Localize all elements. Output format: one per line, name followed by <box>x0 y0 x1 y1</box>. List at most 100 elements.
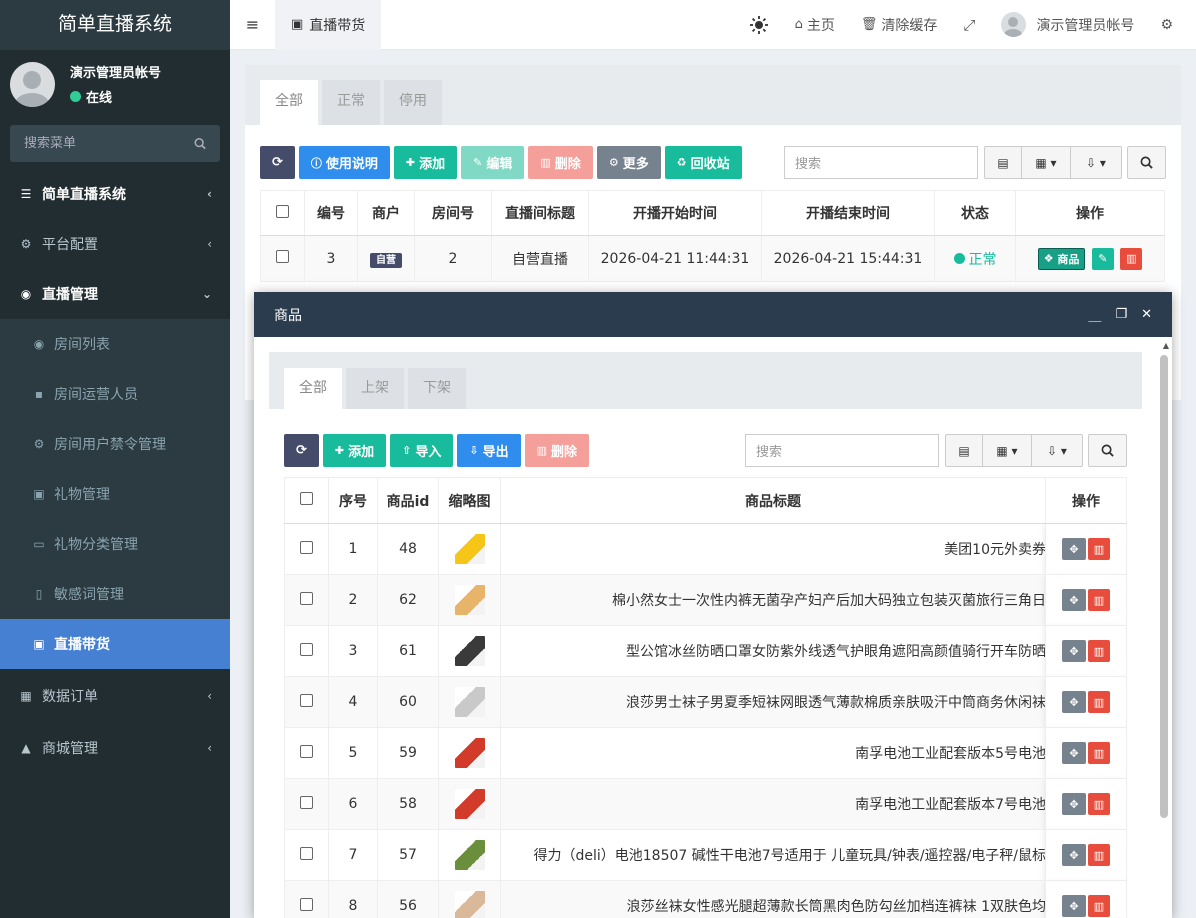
tab-off-shelf[interactable]: 下架 <box>408 368 466 409</box>
row-delete-button[interactable]: ▥ <box>1088 742 1110 764</box>
tab-all[interactable]: 全部 <box>284 368 342 409</box>
col-header[interactable]: 开播结束时间 <box>761 190 935 236</box>
col-header[interactable]: 商品id <box>377 477 439 524</box>
settings-button[interactable]: ⚙ <box>1160 17 1173 33</box>
fullscreen-button[interactable]: ⤢ <box>963 16 975 34</box>
row-delete-button[interactable]: ▥ <box>1088 793 1110 815</box>
product-thumbnail[interactable] <box>454 789 485 819</box>
search-button[interactable] <box>1127 146 1166 179</box>
delete-button[interactable]: ▥ 删除 <box>524 434 590 467</box>
col-header[interactable]: 商品标题 <box>500 477 1046 524</box>
export-dropdown[interactable]: ⇩ ▾ <box>1032 435 1082 466</box>
scrollbar[interactable] <box>1160 355 1168 818</box>
account-menu[interactable]: 演示管理员帐号 <box>1001 12 1134 37</box>
home-link[interactable]: ⌂ 主页 <box>795 15 835 35</box>
sidebar-item-room-user-ban[interactable]: ⚙ 房间用户禁令管理 <box>0 419 230 469</box>
minimize-icon[interactable]: ＿ <box>1088 305 1101 324</box>
product-thumbnail[interactable] <box>454 585 485 615</box>
goods-button[interactable]: ❖ 商品 <box>1037 247 1086 270</box>
help-button[interactable]: ⓘ 使用说明 <box>298 146 390 179</box>
row-checkbox[interactable] <box>284 574 329 626</box>
drag-sort-button[interactable]: ✥ <box>1062 793 1086 815</box>
col-header[interactable]: 商户 <box>357 190 415 236</box>
export-dropdown[interactable]: ⇩ ▾ <box>1071 147 1121 178</box>
product-thumbnail[interactable] <box>454 738 485 768</box>
row-checkbox[interactable] <box>284 880 329 918</box>
row-delete-button[interactable]: ▥ <box>1088 691 1110 713</box>
sidebar-item-platform-config[interactable]: ⚙ 平台配置 ‹ <box>0 219 230 269</box>
sidebar-item-gift-category[interactable]: ▭ 礼物分类管理 <box>0 519 230 569</box>
tab-disabled[interactable]: 停用 <box>384 80 442 125</box>
col-header[interactable]: 开播开始时间 <box>588 190 762 236</box>
drag-sort-button[interactable]: ✥ <box>1062 640 1086 662</box>
toggle-view-button[interactable]: ▤ <box>985 147 1022 178</box>
col-header[interactable]: 房间号 <box>414 190 492 236</box>
row-checkbox[interactable] <box>284 829 329 881</box>
columns-button[interactable]: ▦ ▾ <box>983 435 1032 466</box>
row-delete-button[interactable]: ▥ <box>1120 247 1143 270</box>
product-thumbnail[interactable] <box>454 636 485 666</box>
row-checkbox[interactable] <box>284 676 329 728</box>
toggle-view-button[interactable]: ▤ <box>946 435 983 466</box>
sidebar-item-live-commerce[interactable]: ▣ 直播带货 <box>0 619 230 669</box>
row-delete-button[interactable]: ▥ <box>1088 538 1110 560</box>
product-thumbnail[interactable] <box>454 534 485 564</box>
sidebar-item-system[interactable]: ☰ 简单直播系统 ‹ <box>0 169 230 219</box>
sidebar-item-gift-manage[interactable]: ▣ 礼物管理 <box>0 469 230 519</box>
delete-button[interactable]: ▥ 删除 <box>528 146 593 179</box>
refresh-button[interactable]: ⟳ <box>284 434 319 467</box>
drag-sort-button[interactable]: ✥ <box>1062 538 1086 560</box>
product-thumbnail[interactable] <box>454 840 485 870</box>
sidebar-item-live-manage[interactable]: ◉ 直播管理 ⌄ <box>0 269 230 319</box>
search-icon[interactable] <box>194 137 206 150</box>
recycle-bin-button[interactable]: ♻ 回收站 <box>664 146 742 179</box>
sidebar-item-mall-manage[interactable]: ▲ 商城管理 ‹ <box>0 723 230 773</box>
drag-sort-button[interactable]: ✥ <box>1062 844 1086 866</box>
add-button[interactable]: ✚ 添加 <box>322 434 387 467</box>
close-icon[interactable]: ✕ <box>1141 307 1152 322</box>
row-checkbox[interactable] <box>284 523 329 575</box>
row-checkbox[interactable] <box>284 727 329 779</box>
row-checkbox[interactable] <box>260 235 305 282</box>
row-checkbox[interactable] <box>284 778 329 830</box>
select-all-checkbox[interactable] <box>284 477 329 524</box>
col-header[interactable]: 编号 <box>304 190 358 236</box>
row-checkbox[interactable] <box>284 625 329 677</box>
col-header[interactable]: 状态 <box>934 190 1016 236</box>
drag-sort-button[interactable]: ✥ <box>1062 742 1086 764</box>
tab-normal[interactable]: 正常 <box>322 80 380 125</box>
refresh-button[interactable]: ⟳ <box>260 146 295 179</box>
import-button[interactable]: ⇧ 导入 <box>390 434 454 467</box>
select-all-checkbox[interactable] <box>260 190 305 236</box>
sidebar-item-room-operators[interactable]: ▪ 房间运营人员 <box>0 369 230 419</box>
drag-sort-button[interactable]: ✥ <box>1062 589 1086 611</box>
maximize-icon[interactable]: ❐ <box>1115 307 1127 322</box>
table-search-input[interactable]: 搜索 <box>784 146 978 179</box>
sidebar-item-data-orders[interactable]: ▦ 数据订单 ‹ <box>0 669 230 723</box>
col-header[interactable]: 序号 <box>328 477 378 524</box>
export-button[interactable]: ⇩ 导出 <box>457 434 521 467</box>
product-thumbnail[interactable] <box>454 687 485 717</box>
goods-search-input[interactable]: 搜索 <box>745 434 939 467</box>
sidebar-item-room-list[interactable]: ◉ 房间列表 <box>0 319 230 369</box>
sidebar-item-sensitive-words[interactable]: ▯ 敏感词管理 <box>0 569 230 619</box>
tab-live-commerce[interactable]: ▣ 直播带货 <box>275 0 382 50</box>
row-delete-button[interactable]: ▥ <box>1088 844 1110 866</box>
drag-sort-button[interactable]: ✥ <box>1062 691 1086 713</box>
hamburger-icon[interactable]: ≡ <box>230 15 275 34</box>
tab-all[interactable]: 全部 <box>260 80 318 125</box>
drag-sort-button[interactable]: ✥ <box>1062 895 1086 917</box>
tab-on-shelf[interactable]: 上架 <box>346 368 404 409</box>
brand-logo[interactable]: 简单直播系统 <box>0 0 230 50</box>
row-delete-button[interactable]: ▥ <box>1088 895 1110 917</box>
menu-search-input[interactable] <box>24 136 194 151</box>
theme-toggle[interactable] <box>749 15 769 35</box>
col-header[interactable]: 直播间标题 <box>491 190 589 236</box>
row-edit-button[interactable]: ✎ <box>1091 247 1114 270</box>
edit-button[interactable]: ✎ 编辑 <box>461 146 525 179</box>
add-button[interactable]: ✚ 添加 <box>393 146 458 179</box>
product-thumbnail[interactable] <box>454 891 485 918</box>
row-delete-button[interactable]: ▥ <box>1088 640 1110 662</box>
columns-button[interactable]: ▦ ▾ <box>1022 147 1071 178</box>
row-delete-button[interactable]: ▥ <box>1088 589 1110 611</box>
